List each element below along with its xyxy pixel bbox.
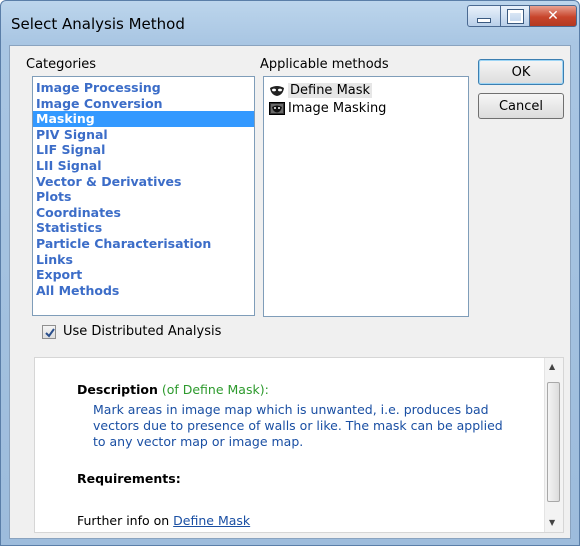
- category-item-selected[interactable]: Masking: [33, 111, 254, 127]
- categories-label: Categories: [26, 57, 97, 72]
- categories-listbox[interactable]: Image Processing Image Conversion Maskin…: [32, 76, 255, 316]
- method-label: Define Mask: [288, 83, 373, 98]
- scrollbar-thumb[interactable]: [547, 382, 560, 502]
- checkmark-icon: [45, 328, 55, 338]
- close-icon: ✕: [547, 8, 559, 24]
- distributed-analysis-label: Use Distributed Analysis: [63, 324, 222, 339]
- description-line: Mark areas in image map which is unwante…: [93, 402, 489, 417]
- category-item[interactable]: Image Processing: [33, 80, 254, 96]
- category-item[interactable]: Image Conversion: [33, 96, 254, 112]
- category-item[interactable]: Statistics: [33, 220, 254, 236]
- dialog-client-area: Categories Image Processing Image Conver…: [9, 45, 571, 539]
- maximize-icon: [506, 8, 524, 24]
- maximize-button[interactable]: [500, 5, 530, 27]
- close-button[interactable]: ✕: [529, 5, 577, 27]
- methods-label: Applicable methods: [260, 57, 389, 72]
- dialog-window: Select Analysis Method ✕ Categories Imag…: [0, 0, 580, 546]
- category-item[interactable]: All Methods: [33, 283, 254, 299]
- method-item-image-masking[interactable]: Image Masking: [264, 100, 468, 118]
- ok-button[interactable]: OK: [478, 59, 564, 85]
- description-scrollbar[interactable]: ▲ ▼: [544, 358, 563, 532]
- further-info-link[interactable]: Define Mask: [173, 513, 250, 528]
- category-item[interactable]: Links: [33, 252, 254, 268]
- minimize-icon: [477, 17, 491, 23]
- method-label: Image Masking: [288, 101, 387, 116]
- mask-icon: [270, 86, 284, 96]
- description-heading: Description: [77, 382, 158, 397]
- category-item[interactable]: Plots: [33, 189, 254, 205]
- category-item[interactable]: Particle Characterisation: [33, 236, 254, 252]
- description-line: to any vector map or image map.: [93, 434, 304, 449]
- category-item[interactable]: Coordinates: [33, 205, 254, 221]
- description-heading-line: Description (of Define Mask):: [77, 382, 269, 397]
- scroll-down-icon[interactable]: ▼: [549, 518, 555, 527]
- image-masking-icon: [269, 102, 285, 115]
- category-item[interactable]: LIF Signal: [33, 142, 254, 158]
- category-item[interactable]: Vector & Derivatives: [33, 174, 254, 190]
- cancel-button[interactable]: Cancel: [478, 93, 564, 119]
- distributed-analysis-checkbox[interactable]: [42, 325, 56, 339]
- window-title: Select Analysis Method: [11, 15, 185, 33]
- further-info-prefix: Further info on: [77, 513, 170, 528]
- category-item[interactable]: LII Signal: [33, 158, 254, 174]
- description-of-text: (of Define Mask):: [161, 382, 269, 397]
- title-bar[interactable]: Select Analysis Method ✕: [1, 1, 579, 45]
- requirements-label: Requirements:: [77, 471, 181, 486]
- methods-listbox[interactable]: Define Mask Image Masking: [263, 76, 469, 317]
- minimize-button[interactable]: [467, 5, 501, 27]
- description-panel: Description (of Define Mask): Mark areas…: [34, 357, 564, 533]
- category-item[interactable]: Export: [33, 267, 254, 283]
- description-line: vectors due to presence of walls or like…: [93, 418, 503, 433]
- further-info-line: Further info on Define Mask: [77, 513, 250, 528]
- category-item[interactable]: PIV Signal: [33, 127, 254, 143]
- scroll-up-icon[interactable]: ▲: [549, 362, 555, 371]
- method-item-define-mask[interactable]: Define Mask: [264, 82, 468, 100]
